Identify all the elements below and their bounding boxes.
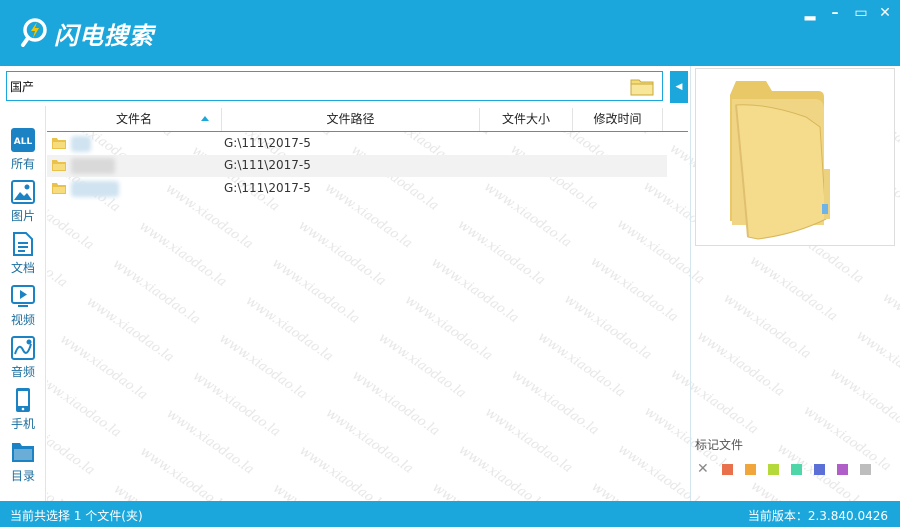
column-header-size[interactable]: 文件大小 (480, 108, 573, 131)
sidebar-item-label: 文档 (10, 261, 35, 275)
search-input[interactable] (10, 76, 610, 96)
status-bar: 当前共选择 1 个文件(夹) 当前版本：2.3.840.0426 (0, 501, 900, 527)
browse-folder-icon[interactable] (630, 77, 654, 96)
file-path: G:\111\2017-5 (224, 181, 311, 195)
sidebar-item-images[interactable]: 图片 (0, 178, 46, 230)
title-bar: 闪电搜索 ▂ – ▭ ✕ (0, 0, 900, 66)
tag-color-purple[interactable] (837, 464, 848, 475)
tag-color-red[interactable] (722, 464, 733, 475)
tag-color-teal[interactable] (791, 464, 802, 475)
search-box (6, 71, 663, 101)
clear-tag-icon[interactable]: ✕ (697, 461, 709, 477)
video-icon (11, 285, 35, 307)
column-header-path[interactable]: 文件路径 (222, 108, 480, 131)
sidebar-item-folders[interactable]: 目录 (0, 438, 46, 490)
document-icon (13, 232, 33, 256)
collapse-panel-button[interactable]: ◀ (670, 71, 688, 103)
sidebar-item-label: 图片 (10, 209, 35, 223)
sidebar-item-audio[interactable]: 音频 (0, 334, 46, 386)
minimize-to-tray-button[interactable]: – (825, 4, 845, 22)
sidebar-item-label: 目录 (10, 469, 35, 483)
sidebar-item-phone[interactable]: 手机 (0, 386, 46, 438)
file-path: G:\111\2017-5 (224, 136, 311, 150)
category-sidebar: ALL 所有 图片 文档 视频 音频 手机 目录 (0, 106, 46, 501)
file-name-blurred (71, 136, 91, 152)
file-name-blurred (71, 158, 115, 174)
selection-status: 当前共选择 1 个文件(夹) (10, 509, 143, 523)
preview-box (695, 68, 895, 246)
tag-color-lime[interactable] (768, 464, 779, 475)
sidebar-item-label: 音频 (10, 365, 35, 379)
table-header: 文件名 文件路径 文件大小 修改时间 (47, 108, 688, 132)
tag-files-label: 标记文件 (695, 438, 744, 452)
sidebar-item-documents[interactable]: 文档 (0, 230, 46, 282)
sidebar-item-label: 所有 (10, 157, 35, 171)
audio-icon (11, 336, 35, 360)
sort-ascending-icon (201, 116, 209, 121)
preview-panel: 标记文件 ✕ (690, 66, 900, 501)
minimize-button[interactable]: ▂ (800, 4, 820, 22)
lightning-search-logo-icon (21, 18, 47, 47)
file-name-blurred (71, 181, 119, 197)
svg-text:ALL: ALL (14, 137, 33, 147)
folder-icon (12, 443, 34, 462)
column-header-name[interactable]: 文件名 (47, 108, 222, 131)
folder-icon (52, 138, 66, 149)
file-table: 文件名 文件路径 文件大小 修改时间 G:\111\2017-5 G:\111\… (47, 108, 688, 501)
file-path: G:\111\2017-5 (224, 158, 311, 172)
table-row[interactable]: G:\111\2017-5 (47, 178, 667, 200)
large-folder-icon (730, 81, 830, 240)
sidebar-item-videos[interactable]: 视频 (0, 282, 46, 334)
maximize-button[interactable]: ▭ (851, 4, 871, 22)
table-row[interactable]: G:\111\2017-5 (47, 133, 667, 155)
folder-icon (52, 160, 66, 171)
app-title: 闪电搜索 (54, 22, 154, 50)
tag-color-orange[interactable] (745, 464, 756, 475)
sidebar-item-label: 手机 (10, 417, 35, 431)
phone-icon (16, 388, 30, 412)
version-status: 当前版本：2.3.840.0426 (747, 509, 888, 523)
tag-color-gray[interactable] (860, 464, 871, 475)
table-row[interactable]: G:\111\2017-5 (47, 155, 667, 177)
column-header-modified[interactable]: 修改时间 (573, 108, 663, 131)
image-icon (11, 180, 35, 204)
all-icon: ALL (11, 128, 35, 152)
tag-color-blue[interactable] (814, 464, 825, 475)
close-button[interactable]: ✕ (875, 4, 895, 22)
sidebar-item-label: 视频 (10, 313, 35, 327)
sidebar-item-all[interactable]: ALL 所有 (0, 126, 46, 178)
folder-icon (52, 183, 66, 194)
